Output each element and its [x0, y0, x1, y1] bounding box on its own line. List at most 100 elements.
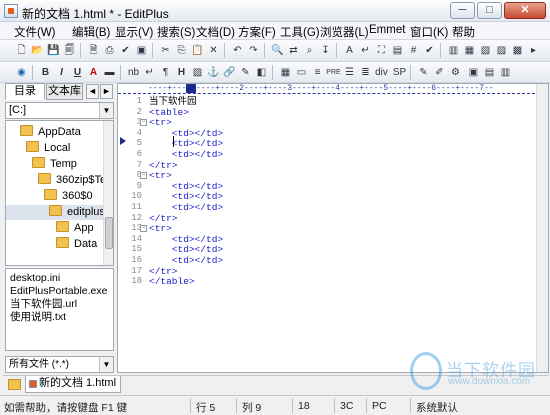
- menu-view[interactable]: 显示(V): [115, 24, 153, 40]
- code-line[interactable]: <td></td>: [149, 149, 223, 160]
- code-line[interactable]: <tr>: [149, 223, 172, 234]
- css-icon[interactable]: ✎: [416, 65, 431, 80]
- open-folder-icon[interactable]: 📂: [30, 43, 45, 58]
- bold-button[interactable]: B: [38, 65, 53, 80]
- code-line[interactable]: <td></td>: [149, 202, 223, 213]
- folder-icon[interactable]: [8, 379, 21, 390]
- file-list[interactable]: desktop.ini EditPlusPortable.exe 当下软件园.u…: [5, 268, 114, 351]
- tree-item-360zip[interactable]: 360zip$Te: [38, 173, 106, 188]
- maximize-button[interactable]: □: [477, 2, 502, 19]
- tab-prev-button[interactable]: ◄: [86, 84, 99, 99]
- print-preview-icon[interactable]: 🗎: [86, 43, 101, 58]
- code-line[interactable]: <td></td>: [149, 138, 223, 149]
- copy-icon[interactable]: ⎘: [174, 43, 189, 58]
- fold-collapse-icon[interactable]: −: [140, 225, 147, 233]
- code-line[interactable]: <td></td>: [149, 244, 223, 255]
- minimize-button[interactable]: ─: [450, 2, 475, 19]
- cliptext-window-icon[interactable]: ▧: [478, 43, 493, 58]
- code-line[interactable]: <td></td>: [149, 191, 223, 202]
- fold-collapse-icon[interactable]: −: [140, 172, 147, 180]
- file-filter-select[interactable]: 所有文件 (*.*) ▼: [5, 356, 114, 373]
- code-line[interactable]: </tr>: [149, 160, 178, 171]
- font-size-icon[interactable]: A: [342, 43, 357, 58]
- output-window-icon[interactable]: ▦: [462, 43, 477, 58]
- fold-collapse-icon[interactable]: −: [140, 119, 147, 127]
- fullscreen-icon[interactable]: ⛶: [374, 43, 389, 58]
- menu-help[interactable]: 帮助: [452, 24, 475, 40]
- paragraph-button[interactable]: ¶: [158, 65, 173, 80]
- table-icon[interactable]: ▦: [278, 65, 293, 80]
- spell-check-icon[interactable]: ✔: [422, 43, 437, 58]
- comment-icon[interactable]: ≣: [358, 65, 373, 80]
- code-line[interactable]: 当下软件园: [149, 96, 197, 107]
- menu-edit[interactable]: 编辑(B): [72, 24, 110, 40]
- tree-scroll-thumb[interactable]: [105, 217, 113, 249]
- file-item-editplusportable[interactable]: EditPlusPortable.exe: [10, 285, 107, 298]
- span-button[interactable]: SP: [392, 65, 407, 80]
- code-line[interactable]: </tr>: [149, 213, 178, 224]
- underline-button[interactable]: U: [70, 65, 85, 80]
- code-line[interactable]: <td></td>: [149, 128, 223, 139]
- find-in-files-icon[interactable]: ⌕: [302, 43, 317, 58]
- cut-icon[interactable]: ✂: [158, 43, 173, 58]
- print-icon[interactable]: ⎙: [102, 43, 117, 58]
- script-icon[interactable]: ⚙: [448, 65, 463, 80]
- find-icon[interactable]: 🔍: [270, 43, 285, 58]
- word-wrap-icon[interactable]: ↵: [358, 43, 373, 58]
- style-icon[interactable]: ✐: [432, 65, 447, 80]
- save-all-icon[interactable]: 🗐: [62, 43, 77, 58]
- editor-scrollbar[interactable]: [536, 84, 548, 372]
- tree-item-temp[interactable]: Temp: [32, 157, 77, 172]
- tab-document-1[interactable]: 新的文档 1.html: [25, 376, 121, 393]
- file-item-desktop-ini[interactable]: desktop.ini: [10, 272, 60, 285]
- menu-tools[interactable]: 工具(G): [280, 24, 320, 40]
- drive-select[interactable]: [C:] ▼: [5, 102, 114, 119]
- chevron-down-icon[interactable]: ▼: [99, 103, 113, 118]
- list-icon[interactable]: ☰: [342, 65, 357, 80]
- toolbar-options-icon[interactable]: ▸: [526, 43, 541, 58]
- tree-item-data[interactable]: Data: [56, 237, 97, 252]
- undo-icon[interactable]: ↶: [230, 43, 245, 58]
- line-number-icon[interactable]: #: [406, 43, 421, 58]
- code-line[interactable]: </tr>: [149, 266, 178, 277]
- link-icon[interactable]: 🔗: [222, 65, 237, 80]
- tab-next-button[interactable]: ►: [100, 84, 113, 99]
- code-line[interactable]: <td></td>: [149, 255, 223, 266]
- format-icon[interactable]: ▬: [102, 65, 117, 80]
- code-editor[interactable]: ----+----1----+----2----+----3----+----4…: [117, 83, 549, 373]
- tab-directory[interactable]: 目录: [5, 83, 45, 100]
- font-color-button[interactable]: A: [86, 65, 101, 80]
- code-line[interactable]: <tr>: [149, 170, 172, 181]
- close-button[interactable]: ✕: [504, 2, 546, 19]
- directory-window-icon[interactable]: ▥: [446, 43, 461, 58]
- browser-preview-icon[interactable]: ◉: [14, 65, 29, 80]
- browser-view-icon[interactable]: ▣: [134, 43, 149, 58]
- form-icon[interactable]: ▭: [294, 65, 309, 80]
- line-break-icon[interactable]: ↵: [142, 65, 157, 80]
- delete-icon[interactable]: ✕: [206, 43, 221, 58]
- html-preview-icon[interactable]: ▣: [466, 65, 481, 80]
- paste-icon[interactable]: 📋: [190, 43, 205, 58]
- image-icon[interactable]: ▨: [190, 65, 205, 80]
- tab-cliptext-library[interactable]: 文本库: [46, 83, 83, 100]
- chevron-down-icon[interactable]: ▼: [99, 357, 113, 372]
- menu-project[interactable]: 方案(F): [238, 24, 276, 40]
- menu-emmet[interactable]: Emmet: [369, 24, 405, 36]
- color-picker-icon[interactable]: ◧: [254, 65, 269, 80]
- goto-line-icon[interactable]: ↧: [318, 43, 333, 58]
- tree-item-local[interactable]: Local: [26, 141, 70, 156]
- code-line[interactable]: </table>: [149, 276, 195, 287]
- new-file-icon[interactable]: 🗋: [14, 43, 29, 58]
- menu-browser[interactable]: 浏览器(L): [320, 24, 369, 40]
- tree-item-app[interactable]: App: [56, 221, 94, 236]
- nbsp-button[interactable]: nb: [126, 65, 141, 80]
- file-item-url[interactable]: 当下软件园.url: [10, 298, 77, 311]
- column-select-icon[interactable]: ▤: [390, 43, 405, 58]
- code-line[interactable]: <table>: [149, 107, 189, 118]
- menu-document[interactable]: 文档(D): [196, 24, 235, 40]
- menu-window[interactable]: 窗口(K): [410, 24, 448, 40]
- code-line[interactable]: <tr>: [149, 117, 172, 128]
- tree-item-editplus[interactable]: editplus: [6, 205, 105, 220]
- div-button[interactable]: div: [374, 65, 389, 80]
- italic-button[interactable]: I: [54, 65, 69, 80]
